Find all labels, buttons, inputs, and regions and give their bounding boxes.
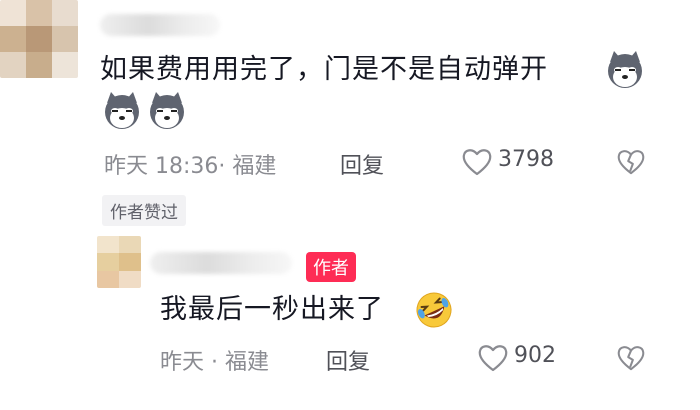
author-badge: 作者 bbox=[306, 252, 356, 282]
comment-location: · 福建 bbox=[218, 154, 277, 179]
comment-text-content: 如果费用用完了，门是不是自动弹开 bbox=[100, 54, 548, 85]
comment-text: 如果费用用完了，门是不是自动弹开 bbox=[100, 52, 548, 88]
comment-meta: 昨天 · 福建 bbox=[160, 344, 269, 376]
heart-icon bbox=[462, 148, 492, 176]
husky-emoji-icon bbox=[605, 50, 645, 90]
comment-location: · 福建 bbox=[211, 350, 270, 375]
username[interactable] bbox=[150, 252, 292, 274]
comment-time: 昨天 bbox=[160, 350, 205, 375]
dislike-icon[interactable] bbox=[617, 149, 645, 175]
comment-meta: 昨天 18:36· 福建 bbox=[104, 148, 276, 180]
heart-icon bbox=[478, 344, 508, 372]
husky-emoji-icon bbox=[147, 91, 187, 131]
avatar[interactable] bbox=[97, 236, 141, 288]
like-count: 902 bbox=[514, 343, 556, 368]
like-button[interactable]: 902 bbox=[478, 343, 568, 373]
author-liked-badge: 作者赞过 bbox=[102, 195, 186, 226]
comment-time: 昨天 18:36 bbox=[104, 154, 219, 179]
husky-emoji-icon bbox=[102, 91, 142, 131]
reply-button[interactable]: 回复 bbox=[340, 148, 384, 180]
comment-text: 我最后一秒出来了 bbox=[160, 292, 384, 328]
like-count: 3798 bbox=[498, 147, 554, 172]
reply-button[interactable]: 回复 bbox=[326, 344, 370, 376]
comment-text-content: 我最后一秒出来了 bbox=[160, 294, 384, 325]
rolling-laughing-emoji-icon bbox=[414, 290, 454, 330]
username[interactable] bbox=[100, 14, 220, 36]
dislike-icon[interactable] bbox=[617, 345, 645, 371]
like-button[interactable]: 3798 bbox=[462, 147, 572, 177]
avatar[interactable] bbox=[0, 0, 78, 78]
